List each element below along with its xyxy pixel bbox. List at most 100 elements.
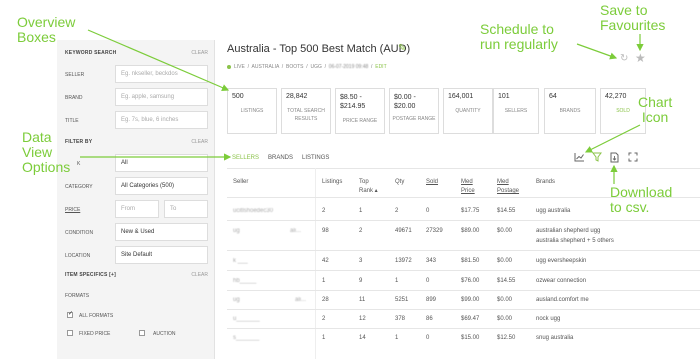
breadcrumb: LIVE / AUSTRALIA / BOOTS / UGG / 06-07-2… [227, 64, 387, 70]
listings-cell: 28 [322, 297, 329, 303]
kind-label: K [77, 161, 81, 167]
col-top-rank-label: Top Rank [359, 179, 374, 194]
qty-cell: 5251 [395, 297, 409, 303]
all-formats-checkbox[interactable] [67, 310, 73, 318]
qty-cell: 13972 [395, 258, 412, 264]
qty-cell: 378 [395, 316, 406, 322]
overview-label: SELLERS [504, 108, 528, 114]
price-cell: $15.00 [461, 335, 480, 341]
brands-cell: nock ugg [536, 316, 561, 322]
expand-icon[interactable] [628, 152, 638, 165]
price-label: PRICE [65, 207, 81, 213]
title-input[interactable]: Eg. 7s, blue, 6 inches [115, 111, 208, 129]
price-cell: $99.00 [461, 297, 480, 303]
col-brands[interactable]: Brands [536, 178, 555, 187]
col-listings[interactable]: Listings [322, 178, 342, 187]
annotation-line: run regularly [480, 36, 558, 52]
overview-label: POSTAGE RANGE [392, 116, 436, 122]
tab-listings[interactable]: LISTINGS [302, 155, 329, 161]
title-label: TITLE [65, 118, 79, 124]
annotation-schedule: Schedule to run regularly [480, 22, 558, 52]
price-cell: $69.47 [461, 316, 480, 322]
auction-checkbox[interactable] [139, 330, 145, 336]
annotation-chart-icon: Chart Icon [638, 95, 672, 125]
tab-sellers[interactable]: SELLERS [232, 155, 259, 161]
sold-cell: 0 [426, 335, 430, 341]
col-qty[interactable]: Qty [395, 178, 404, 187]
price-to-input[interactable]: To [164, 200, 208, 218]
filter-icon[interactable] [592, 152, 602, 165]
listings-cell: 2 [322, 208, 326, 214]
clock-icon[interactable]: ↻ [620, 53, 628, 64]
filter-by-clear-button[interactable]: CLEAR [191, 139, 208, 145]
seller-name[interactable]: s_______ [233, 335, 259, 341]
seller-name[interactable]: ug [233, 297, 240, 303]
postage-cell: $0.00 [497, 258, 513, 264]
annotation-line: View [22, 144, 53, 160]
overview-box-sellers: 101 SELLERS [493, 88, 539, 134]
fixed-price-label: FIXED PRICE [79, 331, 111, 337]
kind-select[interactable]: All [115, 154, 208, 172]
postage-cell: $12.50 [497, 335, 516, 341]
qty-cell: 2 [395, 208, 399, 214]
row-divider [227, 220, 700, 221]
keyword-search-heading: KEYWORD SEARCH [65, 50, 117, 56]
item-specifics-heading[interactable]: ITEM SPECIFICS [+] [65, 272, 116, 278]
overview-value: 28,842 [286, 93, 308, 100]
sold-cell: 343 [426, 258, 437, 264]
seller-name[interactable]: u_______ [233, 316, 260, 322]
price-from-input[interactable]: From [115, 200, 159, 218]
listings-cell: 1 [322, 278, 326, 284]
seller-name[interactable]: ucitlshoedec30 [233, 208, 273, 214]
keyword-search-clear-button[interactable]: CLEAR [191, 50, 208, 56]
col-sold[interactable]: Sold [426, 178, 438, 187]
overview-label: PRICE RANGE [342, 118, 378, 124]
star-icon[interactable]: ★ [635, 51, 646, 65]
location-select[interactable]: Site Default [115, 246, 208, 264]
annotation-line: to csv. [610, 199, 650, 215]
seller-name[interactable]: ug [233, 228, 240, 234]
annotation-line: Overview [17, 14, 76, 30]
sold-cell: 86 [426, 316, 433, 322]
overview-value: 101 [498, 93, 510, 100]
postage-cell: $0.00 [497, 316, 513, 322]
overview-value: 500 [232, 93, 244, 100]
rank-cell: 2 [359, 228, 363, 234]
tab-brands[interactable]: BRANDS [268, 155, 293, 161]
col-seller[interactable]: Seller [233, 178, 248, 187]
col-med-price[interactable]: Med Price [461, 178, 485, 196]
fixed-price-checkbox[interactable] [67, 330, 73, 336]
overview-label: QUANTITY [455, 108, 481, 114]
brands-cell: australian shepherd ugg [536, 228, 601, 234]
live-status-dot [227, 64, 231, 69]
col-top-rank[interactable]: Top Rank ▴ [359, 178, 379, 196]
annotation-line: Data [22, 129, 52, 145]
category-select[interactable]: All Categories (500) [115, 177, 208, 195]
condition-select[interactable]: New & Used [115, 223, 208, 241]
rank-cell: 1 [359, 208, 363, 214]
brand-input[interactable]: Eg. apple, samsung [115, 88, 208, 106]
col-med-postage[interactable]: Med Postage [497, 178, 525, 196]
overview-value: 64 [549, 93, 557, 100]
filter-sidebar: KEYWORD SEARCH CLEAR SELLER Eg. nkseller… [57, 40, 215, 359]
condition-label: CONDITION [65, 230, 94, 236]
page-title: Australia - Top 500 Best Match (AUD) [227, 43, 411, 55]
seller-name[interactable]: k ___ [233, 258, 248, 264]
annotation-line: Favourites [600, 17, 666, 33]
seller-input[interactable]: Eg. nkseller, beckdos [115, 65, 208, 83]
chart-icon[interactable] [574, 152, 585, 165]
edit-link[interactable]: EDIT [375, 64, 386, 70]
item-specifics-clear-button[interactable]: CLEAR [191, 272, 208, 278]
edit-title-icon[interactable]: ✎ [398, 43, 406, 54]
breadcrumb-category: BOOTS [285, 64, 304, 70]
annotation-download: Download to csv. [610, 185, 672, 215]
qty-cell: 1 [395, 335, 399, 341]
overview-label: TOTAL SEARCH RESULTS [287, 108, 325, 122]
seller-name-suffix: ali... [290, 228, 302, 234]
row-divider [227, 290, 700, 291]
row-divider [227, 270, 700, 271]
download-csv-icon[interactable] [610, 152, 619, 166]
rank-cell: 12 [359, 316, 366, 322]
breadcrumb-date: 06-07-2019 09:48 [328, 64, 369, 70]
seller-name[interactable]: hb_____ [233, 278, 256, 284]
